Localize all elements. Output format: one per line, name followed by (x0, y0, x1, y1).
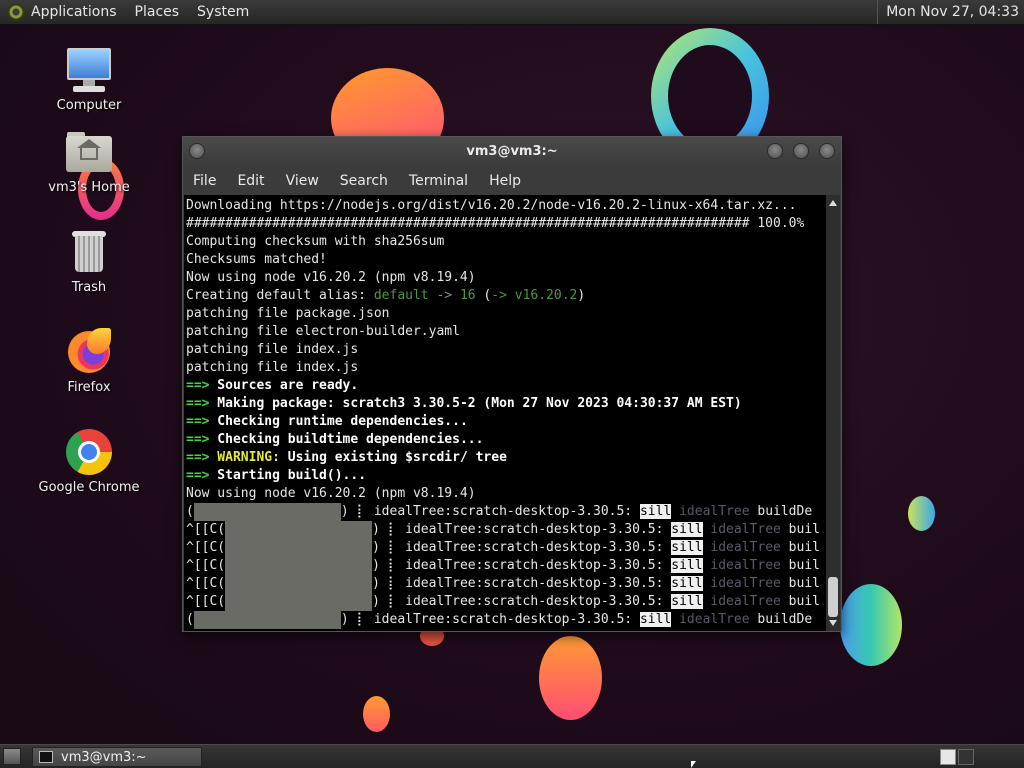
wallpaper-small-blob (908, 496, 935, 531)
progress-bar (225, 539, 373, 557)
menu-search[interactable]: Search (340, 173, 388, 189)
trash-icon (65, 228, 113, 276)
home-folder-icon (65, 128, 113, 176)
progress-line: ^[[C() ⡇ idealTree:scratch-desktop-3.30.… (186, 557, 820, 575)
desktop-icon-trash[interactable]: Trash (29, 228, 149, 295)
desktop-icon-firefox[interactable]: Firefox (29, 328, 149, 395)
top-panel: Applications Places System Mon Nov 27, 0… (0, 0, 1024, 25)
scroll-down-icon[interactable] (829, 620, 837, 626)
chrome-icon (65, 428, 113, 476)
taskbar-window-button[interactable]: vm3@vm3:~ (32, 747, 202, 767)
wallpaper-orange-egg (539, 636, 602, 720)
menu-view[interactable]: View (286, 173, 319, 189)
terminal-line: patching file index.js (186, 360, 359, 375)
minimize-icon[interactable] (767, 143, 783, 159)
progress-bar (225, 557, 373, 575)
terminal-scrollbar[interactable] (826, 195, 840, 631)
progress-line: ^[[C() ⡇ idealTree:scratch-desktop-3.30.… (186, 521, 820, 539)
desktop-icon-label: vm3's Home (48, 180, 130, 195)
desktop-icon-label: Google Chrome (38, 480, 140, 495)
firefox-icon (65, 328, 113, 376)
panel-clock[interactable]: Mon Nov 27, 04:33 (877, 0, 1024, 24)
terminal-line: ==> Sources are ready. (186, 378, 359, 393)
progress-bar (193, 503, 341, 521)
desktop-icon-computer[interactable]: Computer (29, 46, 149, 113)
bottom-panel: vm3@vm3:~ (0, 744, 1024, 768)
progress-bar (193, 611, 341, 629)
terminal-line: ########################################… (186, 216, 805, 231)
menu-file[interactable]: File (193, 173, 216, 189)
progress-bar (225, 521, 373, 539)
terminal-line: ==> Checking runtime dependencies... (186, 414, 468, 429)
desktop-icon-chrome[interactable]: Google Chrome (29, 428, 149, 495)
desktop-icon-label: Computer (56, 98, 122, 113)
wallpaper-small-orange (363, 696, 390, 732)
mouse-pointer-icon (691, 761, 696, 768)
terminal-line: patching file electron-builder.yaml (186, 324, 460, 339)
terminal-line: ==> Making package: scratch3 3.30.5-2 (M… (186, 396, 742, 411)
menu-applications[interactable]: Applications (31, 4, 117, 20)
terminal-window[interactable]: vm3@vm3:~ File Edit View Search Terminal… (182, 136, 842, 632)
progress-line: ^[[C() ⡇ idealTree:scratch-desktop-3.30.… (186, 539, 820, 557)
terminal-line: ==> WARNING: Using existing $srcdir/ tre… (186, 450, 507, 465)
terminal-line: ==> Checking buildtime dependencies... (186, 432, 484, 447)
computer-icon (65, 46, 113, 94)
close-icon[interactable] (819, 143, 835, 159)
terminal-line: Downloading https://nodejs.org/dist/v16.… (186, 198, 797, 213)
terminal-line: Checksums matched! (186, 252, 327, 267)
progress-bar (225, 575, 373, 593)
terminal-line: Now using node v16.20.2 (npm v8.19.4) (186, 486, 476, 501)
menu-system[interactable]: System (197, 4, 249, 20)
terminal-line: Now using node v16.20.2 (npm v8.19.4) (186, 270, 476, 285)
terminal-line: Creating default alias: default -> 16 (-… (186, 288, 586, 303)
progress-line: ^[[C() ⡇ idealTree:scratch-desktop-3.30.… (186, 593, 820, 611)
scroll-up-icon[interactable] (829, 200, 837, 206)
menu-help[interactable]: Help (489, 173, 521, 189)
terminal-menubar: File Edit View Search Terminal Help (183, 167, 841, 195)
terminal-output[interactable]: Downloading https://nodejs.org/dist/v16.… (184, 195, 827, 631)
workspace-2[interactable] (958, 749, 974, 765)
menu-places[interactable]: Places (135, 4, 180, 20)
wallpaper-blue-blob (840, 584, 902, 666)
window-title: vm3@vm3:~ (466, 144, 558, 159)
terminal-line: ==> Starting build()... (186, 468, 367, 483)
menu-terminal[interactable]: Terminal (409, 173, 468, 189)
menu-edit[interactable]: Edit (237, 173, 264, 189)
workspace-1[interactable] (940, 749, 956, 765)
progress-bar (225, 593, 373, 611)
window-titlebar[interactable]: vm3@vm3:~ (183, 137, 841, 167)
distro-logo-icon[interactable] (7, 3, 25, 21)
progress-line: ^[[C() ⡇ idealTree:scratch-desktop-3.30.… (186, 575, 820, 593)
scrollbar-thumb[interactable] (828, 577, 838, 617)
desktop-icon-label: Trash (71, 280, 107, 295)
show-desktop-icon[interactable] (3, 748, 21, 765)
terminal-line: patching file index.js (186, 342, 359, 357)
desktop-icon-label: Firefox (67, 380, 111, 395)
progress-line: () ⡇ idealTree:scratch-desktop-3.30.5: s… (186, 611, 813, 629)
maximize-icon[interactable] (793, 143, 809, 159)
taskbar-window-label: vm3@vm3:~ (61, 749, 147, 765)
terminal-icon (39, 751, 53, 763)
progress-line: () ⡇ idealTree:scratch-desktop-3.30.5: s… (186, 503, 813, 521)
desktop-icon-home[interactable]: vm3's Home (29, 128, 149, 195)
terminal-line: patching file package.json (186, 306, 390, 321)
terminal-line: Computing checksum with sha256sum (186, 234, 445, 249)
